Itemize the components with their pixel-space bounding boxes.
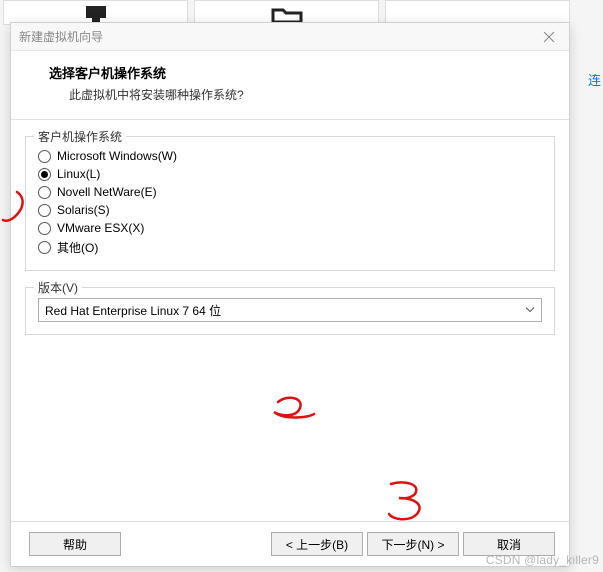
os-fieldset: 客户机操作系统 Microsoft Windows(W) Linux(L) No… — [25, 136, 555, 271]
radio-label: 其他(O) — [57, 239, 98, 256]
dialog-title: 新建虚拟机向导 — [19, 28, 537, 45]
radio-icon — [38, 186, 51, 199]
dialog-header: 选择客户机操作系统 此虚拟机中将安装哪种操作系统? — [11, 51, 569, 120]
header-title: 选择客户机操作系统 — [31, 63, 549, 82]
os-legend: 客户机操作系统 — [34, 128, 126, 145]
side-link[interactable]: 连 — [588, 70, 601, 89]
radio-label: Linux(L) — [57, 167, 100, 181]
back-button[interactable]: < 上一步(B) — [271, 532, 363, 556]
version-fieldset: 版本(V) Red Hat Enterprise Linux 7 64 位 — [25, 287, 555, 335]
version-selected-value: Red Hat Enterprise Linux 7 64 位 — [45, 302, 221, 319]
radio-icon — [38, 204, 51, 217]
radio-icon — [38, 168, 51, 181]
radio-icon — [38, 150, 51, 163]
next-button[interactable]: 下一步(N) > — [367, 532, 459, 556]
radio-icon — [38, 241, 51, 254]
version-select[interactable]: Red Hat Enterprise Linux 7 64 位 — [38, 298, 542, 322]
header-subtitle: 此虚拟机中将安装哪种操作系统? — [31, 86, 549, 103]
wizard-dialog: 新建虚拟机向导 选择客户机操作系统 此虚拟机中将安装哪种操作系统? 客户机操作系… — [10, 22, 570, 567]
version-label: 版本(V) — [34, 279, 82, 296]
close-icon[interactable] — [537, 27, 561, 47]
radio-other[interactable]: 其他(O) — [38, 237, 542, 258]
radio-label: VMware ESX(X) — [57, 221, 144, 235]
radio-icon — [38, 222, 51, 235]
radio-novell[interactable]: Novell NetWare(E) — [38, 183, 542, 201]
cancel-button[interactable]: 取消 — [463, 532, 555, 556]
radio-windows[interactable]: Microsoft Windows(W) — [38, 147, 542, 165]
dialog-footer: 帮助 < 上一步(B) 下一步(N) > 取消 — [11, 521, 569, 566]
dialog-body: 客户机操作系统 Microsoft Windows(W) Linux(L) No… — [11, 120, 569, 521]
radio-solaris[interactable]: Solaris(S) — [38, 201, 542, 219]
radio-linux[interactable]: Linux(L) — [38, 165, 542, 183]
help-button[interactable]: 帮助 — [29, 532, 121, 556]
titlebar: 新建虚拟机向导 — [11, 23, 569, 51]
radio-vmware-esx[interactable]: VMware ESX(X) — [38, 219, 542, 237]
radio-label: Novell NetWare(E) — [57, 185, 157, 199]
radio-label: Microsoft Windows(W) — [57, 149, 177, 163]
chevron-down-icon — [525, 305, 535, 316]
radio-label: Solaris(S) — [57, 203, 110, 217]
